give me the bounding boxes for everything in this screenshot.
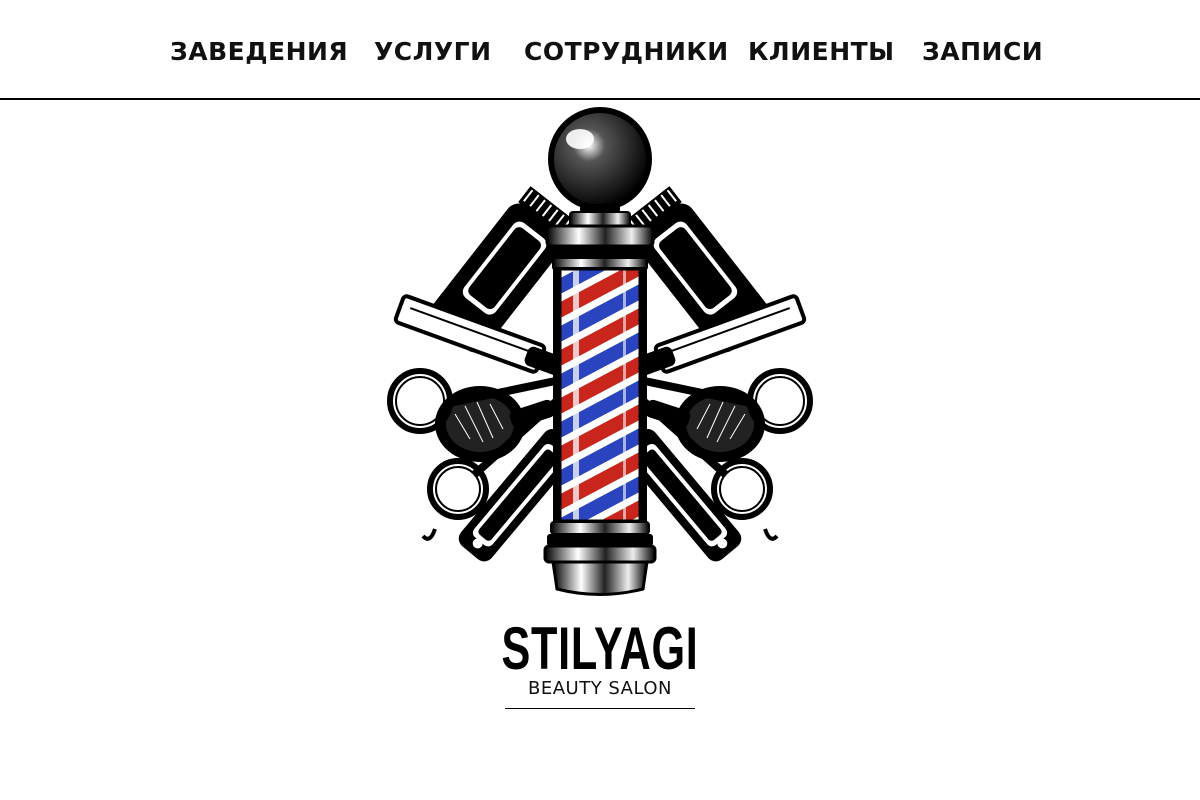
brand-divider xyxy=(505,708,695,709)
top-navigation: ЗАВЕДЕНИЯ УСЛУГИ СОТРУДНИКИ КЛИЕНТЫ ЗАПИ… xyxy=(0,0,1200,100)
nav-item-employees[interactable]: СОТРУДНИКИ xyxy=(524,36,729,68)
nav-item-appointments[interactable]: ЗАПИСИ xyxy=(922,36,1043,68)
brand-title: STILYAGI xyxy=(501,615,699,682)
brand-subtitle: BEAUTY SALON xyxy=(527,678,672,699)
barber-pole-emblem-icon xyxy=(375,104,825,603)
barber-pole-icon xyxy=(543,107,657,596)
nav-item-clients[interactable]: КЛИЕНТЫ xyxy=(748,36,895,68)
nav-item-establishments[interactable]: ЗАВЕДЕНИЯ xyxy=(170,36,348,68)
nav-item-services[interactable]: УСЛУГИ xyxy=(374,36,492,68)
